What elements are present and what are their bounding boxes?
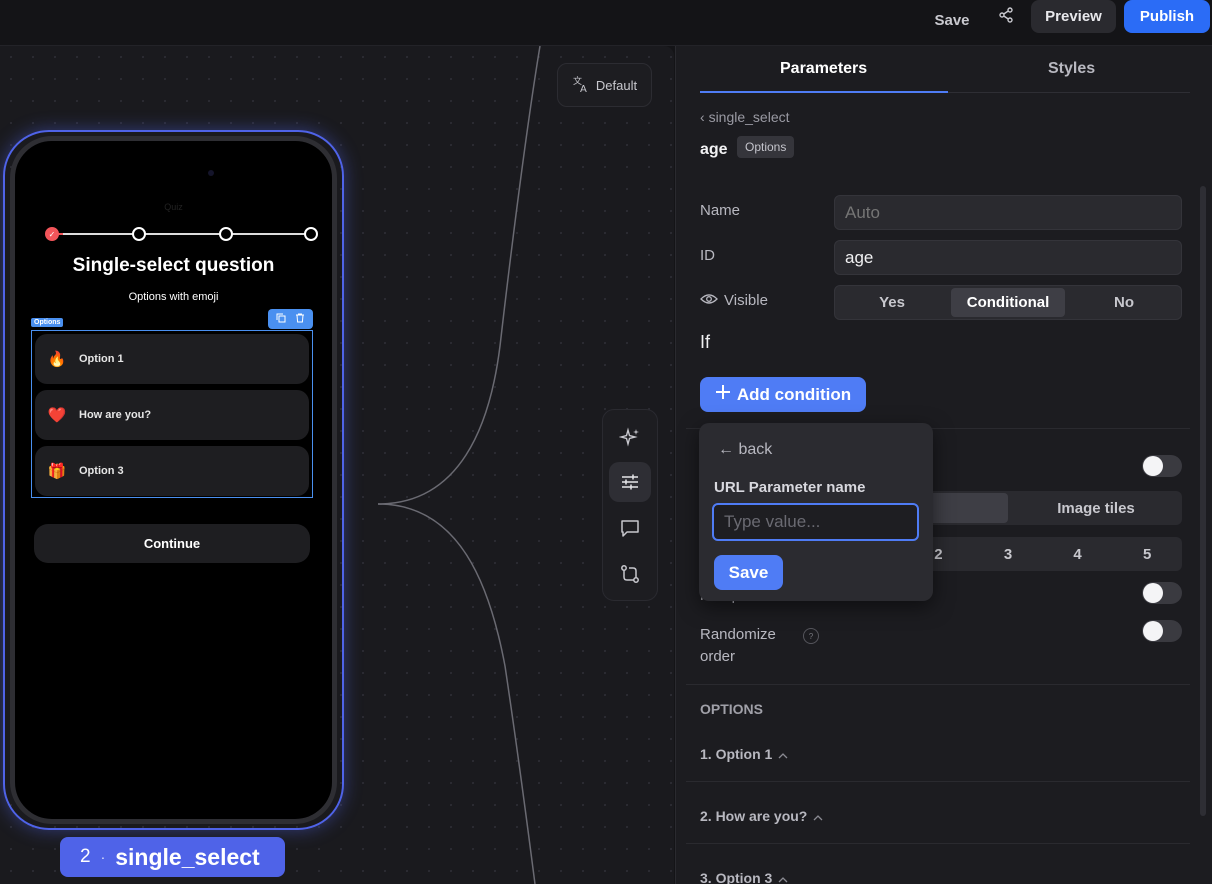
svg-text:A: A [580, 84, 587, 93]
plus-icon [715, 384, 731, 405]
progress-stepper: ✓ [45, 227, 318, 241]
randomize-order-toggle[interactable] [1142, 620, 1182, 642]
sliders-icon[interactable] [609, 462, 651, 502]
flow-connector-lines [377, 46, 541, 884]
check-icon: ✓ [45, 227, 59, 241]
visible-label-row: Visible [700, 292, 768, 309]
node-separator: · [100, 849, 106, 865]
condition-popover: ← back URL Parameter name Save [699, 423, 933, 601]
if-label: If [700, 332, 711, 352]
randomize-order-label: Randomize order [700, 626, 776, 665]
node-label-pill[interactable]: 2 · single_select [60, 837, 285, 877]
duplicate-icon[interactable] [276, 310, 286, 328]
sparkle-icon[interactable] [609, 418, 651, 458]
name-label: Name [700, 202, 741, 219]
visible-yes-option[interactable]: Yes [835, 286, 949, 319]
layout-image-tiles-option[interactable]: Image tiles [1010, 491, 1182, 525]
eye-icon [700, 292, 718, 309]
continue-button[interactable]: Continue [34, 524, 310, 563]
parameter-type-badge: Options [737, 136, 795, 158]
visibility-segmented-control: Yes Conditional No [834, 285, 1182, 320]
url-parameter-label: URL Parameter name [714, 479, 866, 496]
preview-button[interactable]: Preview [1031, 0, 1116, 33]
gift-emoji-icon: 🎁 [47, 463, 67, 480]
fire-emoji-icon: 🔥 [47, 351, 67, 368]
option-row[interactable]: 3. Option 3 [700, 870, 788, 884]
phone-preview[interactable]: Quiz ✓ Single-select question Options wi… [10, 136, 337, 824]
help-icon[interactable]: ? [803, 628, 819, 644]
option-label: Option 3 [79, 465, 124, 477]
chevron-up-icon [778, 746, 788, 762]
active-tab-indicator [700, 91, 948, 93]
chevron-up-icon [778, 870, 788, 884]
trash-icon[interactable] [295, 310, 305, 328]
option-divider [686, 843, 1190, 844]
progress-step [304, 227, 318, 241]
option-row[interactable]: 2. How are you? [700, 808, 823, 824]
options-section-heading: OPTIONS [700, 701, 764, 717]
options-block-tag: Options [31, 318, 64, 327]
translate-icon: 文A [572, 75, 590, 96]
camera-dot [208, 170, 214, 176]
section-divider [686, 684, 1190, 685]
back-link[interactable]: ← back [718, 441, 772, 459]
question-subtitle: Options with emoji [128, 291, 219, 303]
heart-emoji-icon: ❤️ [47, 407, 67, 424]
progress-step [219, 227, 233, 241]
options-block[interactable]: 🔥 Option 1 ❤️ How are you? 🎁 Option 3 [31, 330, 313, 498]
node-name: single_select [115, 843, 260, 870]
chevron-left-icon: ‹ [700, 109, 709, 125]
question-title: Single-select question [72, 255, 275, 276]
tool-rail [602, 409, 658, 601]
language-button[interactable]: 文A Default [557, 63, 652, 107]
progress-step [132, 227, 146, 241]
visible-no-option[interactable]: No [1067, 286, 1181, 319]
option-divider [686, 781, 1190, 782]
popover-save-button[interactable]: Save [714, 555, 783, 590]
tab-styles[interactable]: Styles [1048, 60, 1095, 78]
quiz-title: Quiz [164, 202, 183, 212]
comment-icon[interactable] [609, 508, 651, 548]
options-block-toolbar [268, 309, 313, 329]
parameter-name: age [700, 141, 728, 158]
publish-button[interactable]: Publish [1124, 0, 1210, 33]
language-label: Default [595, 77, 638, 93]
add-condition-button[interactable]: Add condition [700, 377, 866, 412]
share-icon[interactable] [990, 4, 1022, 26]
id-input[interactable]: age [834, 240, 1182, 275]
node-number: 2 [80, 846, 91, 867]
name-input[interactable] [834, 195, 1182, 230]
option-item[interactable]: ❤️ How are you? [35, 390, 309, 440]
multiple-answers-toggle[interactable] [1142, 582, 1182, 604]
columns-option-4[interactable]: 4 [1043, 537, 1113, 571]
columns-option-3[interactable]: 3 [973, 537, 1043, 571]
visible-label: Visible [724, 292, 768, 309]
flow-canvas[interactable]: 文A Default Quiz ✓ Single-select question [0, 46, 674, 884]
add-condition-label: Add condition [736, 384, 852, 404]
breadcrumb[interactable]: ‹ single_select [700, 109, 790, 125]
save-button[interactable]: Save [924, 6, 980, 34]
id-label: ID [700, 247, 715, 264]
branch-icon[interactable] [609, 554, 651, 594]
chevron-up-icon [813, 808, 823, 824]
tab-parameters[interactable]: Parameters [780, 60, 867, 78]
panel-tabs: Parameters Styles [700, 46, 1190, 93]
option-item[interactable]: 🎁 Option 3 [35, 446, 309, 496]
option-label: How are you? [79, 409, 152, 421]
panel-scrollbar[interactable] [1200, 186, 1206, 816]
visible-conditional-option[interactable]: Conditional [951, 288, 1065, 317]
columns-option-5[interactable]: 5 [1112, 537, 1182, 571]
option-item[interactable]: 🔥 Option 1 [35, 334, 309, 384]
option-label: Option 1 [79, 353, 124, 365]
top-bar: Save Preview Publish [0, 0, 1212, 46]
option-row[interactable]: 1. Option 1 [700, 746, 788, 762]
setting-toggle[interactable] [1142, 455, 1182, 477]
url-parameter-input[interactable] [712, 503, 919, 541]
